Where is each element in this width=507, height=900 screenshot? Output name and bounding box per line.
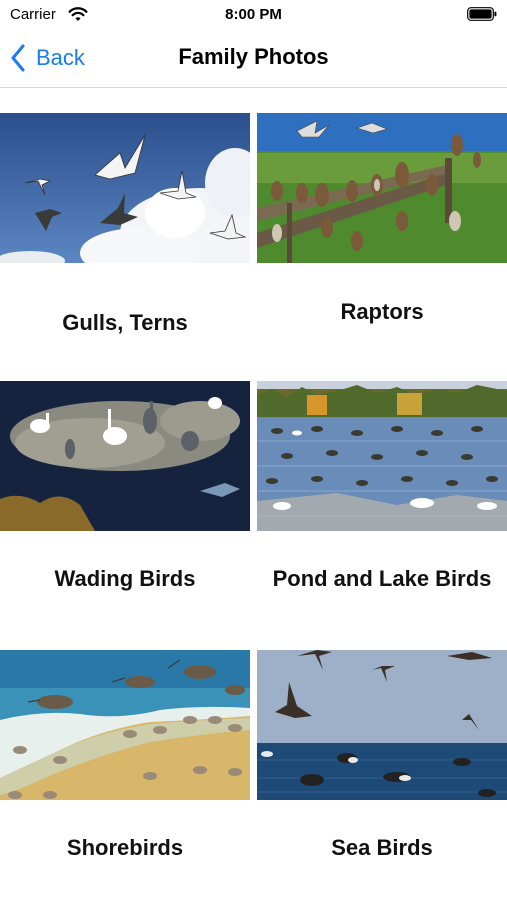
family-label: Sea Birds [331, 835, 433, 860]
gulls-terns-photo [0, 113, 250, 263]
family-cell-gulls-terns[interactable]: Gulls, Terns [0, 113, 250, 353]
family-cell-raptors[interactable]: Raptors [257, 113, 507, 353]
family-label: Pond and Lake Birds [272, 566, 492, 591]
family-cell-pond-lake-birds[interactable]: Pond and Lake Birds [257, 381, 507, 621]
shorebirds-photo [0, 650, 250, 800]
family-cell-sea-birds[interactable]: Sea Birds [257, 650, 507, 890]
sea-birds-photo [257, 650, 507, 800]
page-title: Family Photos [178, 44, 329, 69]
family-label: Wading Birds [54, 566, 196, 591]
status-bar: Carrier 8:00 PM [0, 0, 507, 30]
family-cell-shorebirds[interactable]: Shorebirds [0, 650, 250, 890]
pond-lake-birds-photo [257, 381, 507, 531]
family-cell-wading-birds[interactable]: Wading Birds [0, 381, 250, 621]
family-label: Raptors [340, 299, 424, 324]
raptors-photo [257, 113, 507, 263]
family-label: Gulls, Terns [62, 310, 188, 335]
family-label: Shorebirds [66, 835, 184, 860]
navigation-bar: Back Family Photos [0, 30, 507, 88]
battery-icon [467, 7, 497, 21]
wading-birds-photo [0, 381, 250, 531]
status-time: 8:00 PM [225, 6, 282, 23]
